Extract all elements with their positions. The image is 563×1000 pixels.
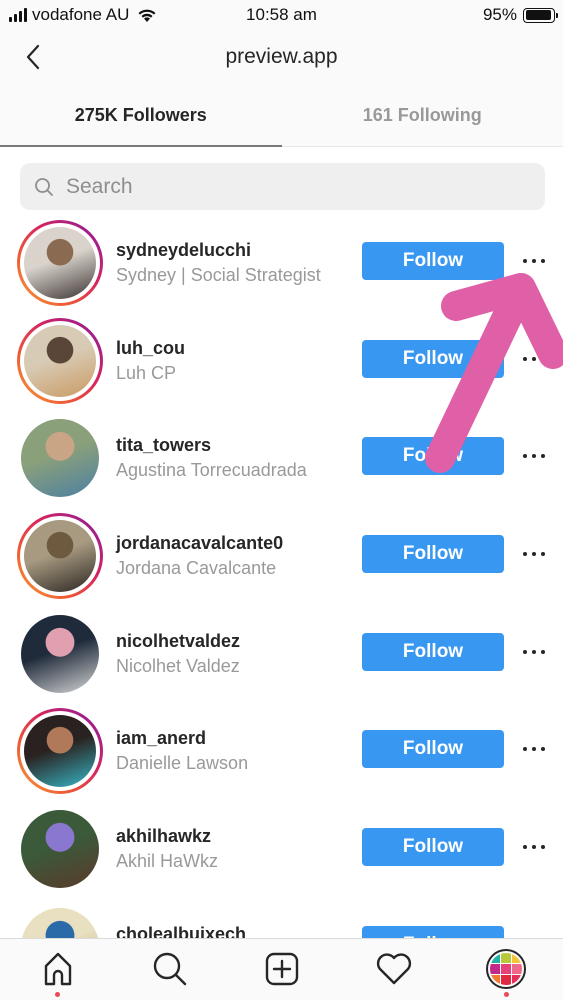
username[interactable]: akhilhawkz [116,824,218,848]
username[interactable]: luh_cou [116,336,185,360]
user-text: nicolhetvaldez Nicolhet Valdez [116,629,240,679]
avatar [24,324,96,397]
followers-list: sydneydelucchi Sydney | Social Strategis… [0,215,563,997]
more-options-icon[interactable] [521,348,547,370]
avatar-grid-cell [512,964,522,974]
clock: 10:58 am [246,5,317,24]
username[interactable]: jordanacavalcante0 [116,531,283,555]
avatar [24,715,96,788]
follow-button[interactable]: Follow [362,242,504,280]
story-ring[interactable] [17,513,103,600]
page-title: preview.app [225,45,338,68]
list-item[interactable]: tita_towers Agustina Torrecuadrada Follo… [0,410,563,508]
avatar [24,227,96,299]
list-item[interactable]: sydneydelucchi Sydney | Social Strategis… [0,215,563,313]
more-options-icon[interactable] [521,250,547,272]
story-ring[interactable] [17,220,103,306]
avatar-frame[interactable] [17,610,103,697]
bottom-nav [0,938,563,1000]
full-name: Danielle Lawson [116,753,249,774]
list-item[interactable]: akhilhawkz Akhil HaWkz Follow [0,801,563,899]
more-options-icon[interactable] [521,445,547,467]
list-item[interactable]: iam_anerd Danielle Lawson Follow [0,703,563,801]
follow-tabs: 275K Followers 161 Following [0,88,563,147]
nav-header: preview.app [0,32,563,88]
heart-icon[interactable] [374,949,414,989]
avatar-grid-cell [501,975,511,985]
avatar-frame[interactable] [17,806,103,893]
user-text: akhilhawkz Akhil HaWkz [116,824,218,874]
avatar [21,419,99,498]
full-name: Luh CP [116,362,177,383]
avatar-border [20,516,100,597]
profile-avatar[interactable] [486,949,526,989]
list-item[interactable]: jordanacavalcante0 Jordana Cavalcante Fo… [0,508,563,606]
follow-button[interactable]: Follow [362,339,504,378]
username[interactable]: tita_towers [116,433,307,457]
search-input[interactable] [66,174,506,199]
follow-button[interactable]: Follow [362,632,504,671]
full-name: Nicolhet Valdez [116,655,240,676]
home-icon[interactable] [38,949,78,989]
avatar-border [20,711,100,792]
avatar-frame[interactable] [17,415,103,502]
more-options-icon[interactable] [521,738,547,760]
avatar [24,520,96,593]
profile-notification-dot [504,992,509,997]
search-bar[interactable] [20,163,545,210]
user-text: tita_towers Agustina Torrecuadrada [116,433,307,483]
avatar-grid-cell [512,953,522,963]
avatar-grid-cell [490,975,500,985]
plus-square-icon[interactable] [262,949,302,989]
username[interactable]: nicolhetvaldez [116,629,240,653]
avatar-border [17,806,103,893]
user-text: jordanacavalcante0 Jordana Cavalcante [116,531,283,581]
full-name: Akhil HaWkz [116,851,219,872]
follow-button[interactable]: Follow [362,437,504,476]
battery-icon [523,7,558,23]
avatar-grid-cell [501,964,511,974]
story-ring[interactable] [17,317,103,404]
follow-button[interactable]: Follow [362,730,504,769]
follow-button[interactable]: Follow [362,828,504,867]
search-icon[interactable] [150,949,190,989]
full-name: Sydney | Social Strategist [116,265,321,285]
tab-following[interactable]: 161 Following [282,88,563,146]
avatar-grid-cell [501,953,511,963]
more-options-icon[interactable] [521,836,547,858]
tab-followers[interactable]: 275K Followers [0,88,282,147]
status-right: 95% [482,5,558,25]
avatar-grid-cell [490,953,500,963]
avatar [21,614,99,693]
follow-button[interactable]: Follow [362,535,504,574]
full-name: Jordana Cavalcante [116,558,277,579]
more-options-icon[interactable] [521,543,547,565]
battery-fill [525,10,552,20]
username[interactable]: sydneydelucchi [116,238,321,262]
list-item[interactable]: nicolhetvaldez Nicolhet Valdez Follow [0,606,563,704]
user-text: luh_cou Luh CP [116,336,185,386]
avatar-grid-cell [490,964,500,974]
avatar [21,810,99,889]
user-text: sydneydelucchi Sydney | Social Strategis… [116,238,321,288]
story-ring[interactable] [17,708,103,795]
home-notification-dot [55,992,60,997]
user-text: iam_anerd Danielle Lawson [116,726,248,776]
avatar-border [17,610,103,697]
avatar-border [20,320,100,401]
avatar-border [17,415,103,502]
status-bar: vodafone AU 10:58 am 95% [0,0,563,32]
more-options-icon[interactable] [521,641,547,663]
username[interactable]: iam_anerd [116,726,248,750]
avatar-border [20,223,100,303]
profile-avatar-grid [490,953,522,985]
battery-percent: 95% [482,5,517,24]
search-icon [35,177,53,196]
full-name: Agustina Torrecuadrada [116,460,307,481]
list-item[interactable]: luh_cou Luh CP Follow [0,313,563,411]
